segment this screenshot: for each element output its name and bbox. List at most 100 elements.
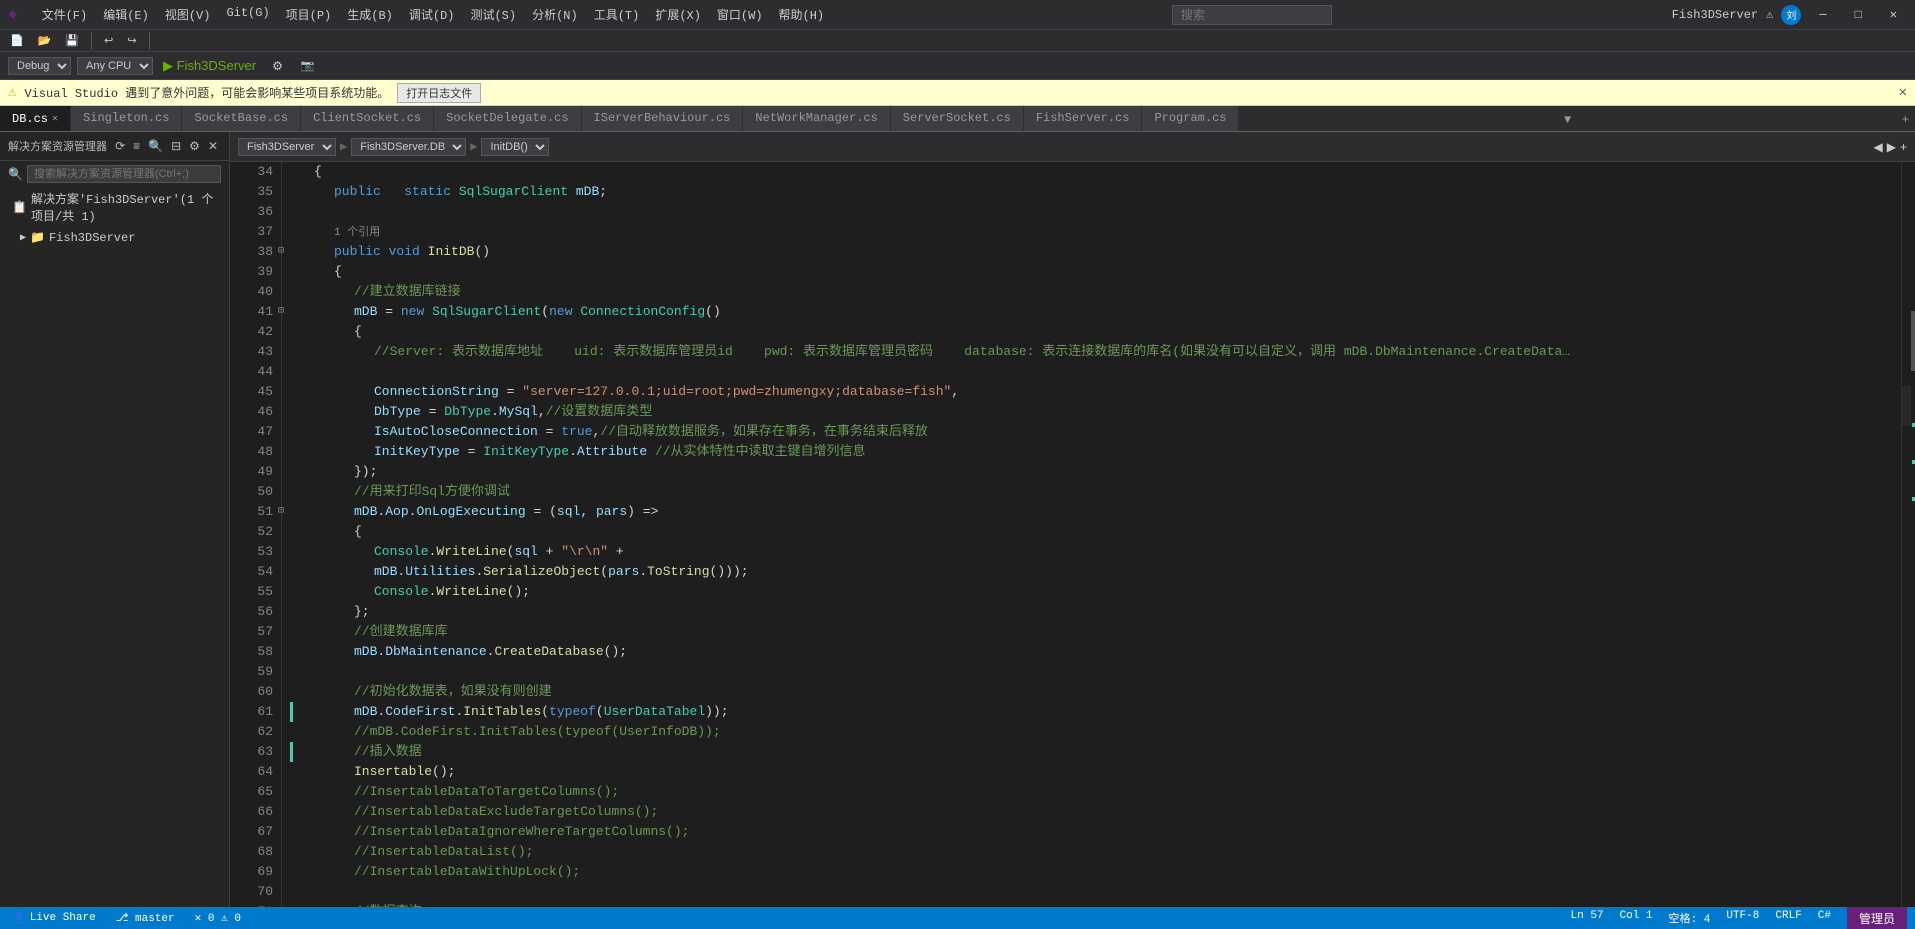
manage-button[interactable]: 管理员 bbox=[1847, 907, 1907, 929]
toolbar-open[interactable]: 📂 bbox=[32, 32, 58, 49]
collapse-btn-51[interactable]: ⊟ bbox=[278, 502, 284, 522]
toolbar-new[interactable]: 📄 bbox=[4, 32, 30, 49]
menu-edit[interactable]: 编辑(E) bbox=[95, 2, 157, 27]
error-icon: ✕ bbox=[195, 913, 202, 925]
line-num-54: 54 bbox=[238, 562, 273, 582]
line-num-44: 44 bbox=[238, 362, 273, 382]
collapse-btn-41[interactable]: ⊟ bbox=[278, 302, 284, 322]
search-input[interactable] bbox=[1172, 5, 1332, 25]
collapse-btn-38[interactable]: ⊟ bbox=[278, 242, 284, 262]
code-lines[interactable]: { public static SqlSugarClient mDB; 1 个引… bbox=[282, 162, 1901, 907]
line-num-56: 56 bbox=[238, 602, 273, 622]
line-num-66: 66 bbox=[238, 802, 273, 822]
tab-singleton[interactable]: Singleton.cs bbox=[71, 106, 182, 131]
toolbar-attach[interactable]: ⚙ bbox=[266, 57, 289, 75]
menu-view[interactable]: 视图(V) bbox=[157, 2, 219, 27]
code-line-49: }); bbox=[294, 462, 1901, 482]
menu-help[interactable]: 帮助(H) bbox=[771, 2, 833, 27]
debug-config-dropdown[interactable]: Debug bbox=[8, 57, 71, 75]
filepath-class-select[interactable]: Fish3DServer.DB bbox=[351, 138, 466, 156]
liveshare-label: Live Share bbox=[30, 912, 96, 924]
code-line-56: }; bbox=[294, 602, 1901, 622]
tab-overflow-button[interactable]: ▼ bbox=[1558, 109, 1577, 131]
tab-socketdelegate[interactable]: SocketDelegate.cs bbox=[434, 106, 581, 131]
tab-label: IServerBehaviour.cs bbox=[594, 111, 731, 125]
tab-clientsocket[interactable]: ClientSocket.cs bbox=[301, 106, 434, 131]
filepath-bar: Fish3DServer ▶ Fish3DServer.DB ▶ InitDB(… bbox=[230, 132, 1915, 162]
warn-close-button[interactable]: ✕ bbox=[1899, 84, 1907, 101]
tab-serversocket[interactable]: ServerSocket.cs bbox=[891, 106, 1024, 131]
line-num-59: 59 bbox=[238, 662, 273, 682]
sidebar-collapse-btn[interactable]: ⊟ bbox=[168, 138, 184, 154]
change-marker-63 bbox=[290, 742, 293, 762]
menu-window[interactable]: 窗口(W) bbox=[709, 2, 771, 27]
line-num-63: 63 bbox=[238, 742, 273, 762]
sidebar-search-btn[interactable]: 🔍 bbox=[145, 138, 166, 154]
menu-file[interactable]: 文件(F) bbox=[34, 2, 96, 27]
status-spaces[interactable]: 空格: 4 bbox=[1665, 910, 1715, 926]
platform-dropdown[interactable]: Any CPU bbox=[77, 57, 153, 75]
vs-logo: ♦ bbox=[8, 6, 18, 24]
filepath-method-select[interactable]: InitDB() bbox=[481, 138, 549, 156]
code-line-66: //InsertableDataExcludeTargetColumns(); bbox=[294, 802, 1901, 822]
filepath-prev-btn[interactable]: ◀ bbox=[1874, 140, 1883, 154]
toolbar-camera[interactable]: 📷 bbox=[295, 57, 321, 74]
menu-tools[interactable]: 工具(T) bbox=[586, 2, 648, 27]
filepath-add-btn[interactable]: + bbox=[1900, 140, 1907, 154]
open-log-button[interactable]: 打开日志文件 bbox=[397, 83, 481, 103]
line-num-60: 60 bbox=[238, 682, 273, 702]
toolbar-save[interactable]: 💾 bbox=[59, 32, 85, 49]
menu-project[interactable]: 项目(P) bbox=[278, 2, 340, 27]
line-num-34: 34 bbox=[238, 162, 273, 182]
maximize-button[interactable]: □ bbox=[1845, 4, 1872, 26]
filepath-sep-2: ▶ bbox=[470, 139, 477, 154]
code-scroll[interactable]: 34 35 36 37 38 39 40 41 42 43 44 45 46 4… bbox=[230, 162, 1901, 907]
line-num-37: 37 bbox=[238, 222, 273, 242]
status-git[interactable]: ⎇ master bbox=[112, 911, 179, 925]
code-line-52: { bbox=[294, 522, 1901, 542]
editor-area: Fish3DServer ▶ Fish3DServer.DB ▶ InitDB(… bbox=[230, 132, 1915, 907]
line-num-46: 46 bbox=[238, 402, 273, 422]
menu-git[interactable]: Git(G) bbox=[218, 2, 277, 27]
status-errors[interactable]: ✕ 0 ⚠ 0 bbox=[191, 911, 245, 925]
tab-networkmanager[interactable]: NetWorkManager.cs bbox=[743, 106, 890, 131]
status-liveshare[interactable]: 👤 Live Share bbox=[8, 911, 100, 925]
status-encoding[interactable]: UTF-8 bbox=[1722, 910, 1763, 926]
sidebar-search-input[interactable] bbox=[27, 165, 221, 183]
tab-close-icon[interactable]: ✕ bbox=[52, 113, 58, 125]
status-lang[interactable]: C# bbox=[1814, 910, 1835, 926]
menu-analyze[interactable]: 分析(N) bbox=[524, 2, 586, 27]
tab-label: DB.cs bbox=[12, 112, 48, 126]
minimize-button[interactable]: ─ bbox=[1809, 4, 1836, 26]
tab-program[interactable]: Program.cs bbox=[1142, 106, 1239, 131]
code-line-44 bbox=[294, 362, 1901, 382]
toolbar-undo[interactable]: ↩ bbox=[98, 32, 119, 49]
run-button[interactable]: ▶ Fish3DServer bbox=[159, 56, 260, 76]
menu-build[interactable]: 生成(B) bbox=[339, 2, 401, 27]
warning-bar: ⚠ Visual Studio 遇到了意外问题，可能会影响某些项目系统功能。 打… bbox=[0, 80, 1915, 106]
sidebar-sync-btn[interactable]: ⟳ bbox=[112, 138, 128, 154]
close-button[interactable]: ✕ bbox=[1880, 3, 1907, 26]
tab-iserverbehaviour[interactable]: IServerBehaviour.cs bbox=[582, 106, 744, 131]
sidebar-settings-btn[interactable]: ⚙ bbox=[186, 138, 203, 154]
status-lineend[interactable]: CRLF bbox=[1771, 910, 1805, 926]
project-name: Fish3DServer bbox=[1672, 8, 1758, 22]
menu-debug[interactable]: 调试(D) bbox=[401, 2, 463, 27]
tree-solution[interactable]: 📋 解决方案'Fish3DServer'(1 个项目/共 1) bbox=[0, 187, 229, 227]
filepath-namespace-select[interactable]: Fish3DServer bbox=[238, 138, 336, 156]
menu-test[interactable]: 测试(S) bbox=[462, 2, 524, 27]
toolbar-redo[interactable]: ↪ bbox=[121, 32, 142, 49]
tab-socketbase[interactable]: SocketBase.cs bbox=[182, 106, 301, 131]
status-bar: 👤 Live Share ⎇ master ✕ 0 ⚠ 0 Ln 57 Col … bbox=[0, 907, 1915, 929]
filepath-next-btn[interactable]: ▶ bbox=[1887, 140, 1896, 154]
tab-fishserver[interactable]: FishServer.cs bbox=[1024, 106, 1143, 131]
scrollbar-thumb[interactable] bbox=[1911, 311, 1915, 371]
status-line[interactable]: Ln 57 bbox=[1567, 910, 1608, 926]
tree-project[interactable]: ▶ 📁 Fish3DServer bbox=[0, 227, 229, 248]
sidebar-close-btn[interactable]: ✕ bbox=[205, 138, 221, 154]
status-col[interactable]: Col 1 bbox=[1616, 910, 1657, 926]
tab-add-button[interactable]: + bbox=[1896, 109, 1915, 131]
menu-extensions[interactable]: 扩展(X) bbox=[647, 2, 709, 27]
sidebar-filter-btn[interactable]: ≡ bbox=[130, 138, 143, 154]
tab-db-cs[interactable]: DB.cs ✕ bbox=[0, 106, 71, 131]
